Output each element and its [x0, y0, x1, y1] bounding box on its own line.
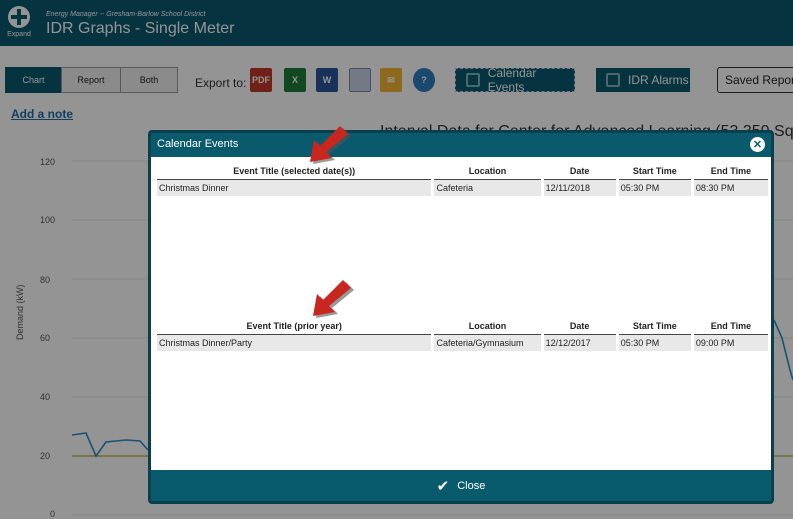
annotation-arrow-icon [313, 280, 354, 318]
column-header: Event Title (prior year) [157, 318, 432, 335]
column-header: Date [543, 163, 616, 180]
column-header: Location [434, 163, 541, 180]
annotation-arrow-icon [310, 126, 351, 164]
checkmark-icon: ✔ [436, 477, 450, 495]
table-row: Christmas Dinner/Party Cafeteria/Gymnasi… [157, 335, 768, 351]
start-time-cell: 05:30 PM [618, 180, 691, 196]
end-time-cell: 09:00 PM [693, 335, 768, 351]
selected-events-table: Event Title (selected date(s)) Location … [154, 163, 771, 196]
date-cell: 12/12/2017 [543, 335, 616, 351]
column-header: Start Time [618, 163, 691, 180]
location-cell: Cafeteria/Gymnasium [434, 335, 541, 351]
column-header: Start Time [618, 318, 691, 335]
close-icon[interactable]: ✕ [750, 137, 765, 152]
event-title-cell: Christmas Dinner [157, 180, 432, 196]
location-cell: Cafeteria [434, 180, 541, 196]
modal-header: Calendar Events ✕ [151, 133, 771, 157]
modal-title: Calendar Events [157, 138, 239, 150]
column-header: Date [543, 318, 616, 335]
prior-year-events-table: Event Title (prior year) Location Date S… [154, 318, 771, 351]
close-button[interactable]: ✔ Close [151, 470, 771, 501]
close-label: Close [457, 479, 486, 492]
date-cell: 12/11/2018 [543, 180, 616, 196]
column-header: End Time [693, 163, 768, 180]
column-header: Event Title (selected date(s)) [157, 163, 432, 180]
column-header: End Time [693, 318, 768, 335]
start-time-cell: 05:30 PM [618, 335, 691, 351]
calendar-events-modal: Calendar Events ✕ Event Title (selected … [148, 130, 774, 504]
end-time-cell: 08:30 PM [693, 180, 768, 196]
column-header: Location [434, 318, 541, 335]
event-title-cell: Christmas Dinner/Party [157, 335, 432, 351]
table-row: Christmas Dinner Cafeteria 12/11/2018 05… [157, 180, 768, 196]
